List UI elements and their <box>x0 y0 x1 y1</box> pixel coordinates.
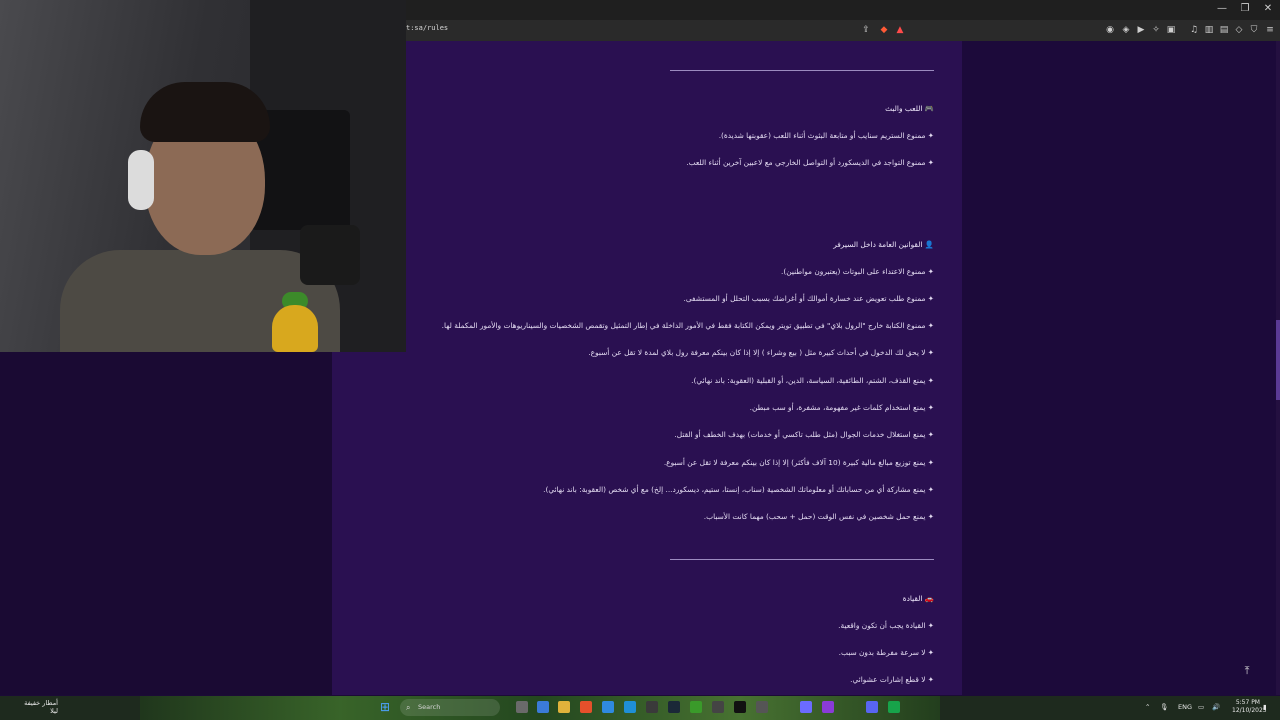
app-icon[interactable] <box>822 701 834 713</box>
section-title-general-rules: 👤 القوانين العامة داخل السيرفر <box>833 240 934 249</box>
browser-icon[interactable] <box>624 701 636 713</box>
volume-icon[interactable]: 🔊 <box>1212 701 1220 713</box>
close-window-button[interactable]: ✕ <box>1261 3 1275 14</box>
tabs-icon[interactable]: ▤ <box>1218 24 1230 36</box>
scroll-to-top-button[interactable]: ⤒ <box>1240 664 1254 678</box>
rule-item: ✦ يمنع مشاركة أي من حساباتك أو معلوماتك … <box>543 485 934 494</box>
notion-icon[interactable] <box>756 701 768 713</box>
rule-item: ✦ يمنع استخدام كلمات غير مفهومة، مشفرة، … <box>749 403 934 412</box>
clock-date: 12/10/2025 <box>1232 707 1267 714</box>
windows-taskbar: أمطار خفيفة ليلا ⊞ ⌕ Search ⌃ 🎙 ENG ▭ 🔊 … <box>0 696 1280 720</box>
rule-item: ✦ ممنوع التواجد في الديسكورد أو التواصل … <box>686 158 934 167</box>
app-icon[interactable] <box>888 701 900 713</box>
discord-icon[interactable] <box>866 701 878 713</box>
tray-chevron-icon[interactable]: ⌃ <box>1145 701 1150 713</box>
rule-item: ✦ ممنوع الاعتداء على البوتات (يعتبرون مو… <box>780 267 934 276</box>
app-icon[interactable] <box>646 701 658 713</box>
notifications-icon[interactable]: ▮ <box>1263 701 1267 713</box>
rule-item: ✦ يمنع توزيع مبالغ مالية كبيرة (10 آلاف … <box>663 458 934 467</box>
media-icon[interactable]: ♫ <box>1188 24 1200 36</box>
microphone-tray-icon[interactable]: 🎙 <box>1160 701 1168 713</box>
scrollbar-thumb[interactable] <box>1276 320 1280 400</box>
menu-icon[interactable]: ≡ <box>1264 24 1276 36</box>
file-explorer-icon[interactable] <box>558 701 570 713</box>
search-icon: ⌕ <box>406 703 411 712</box>
rule-item: ✦ ممنوع طلب تعويض عند خسارة أموالك أو أغ… <box>683 294 934 303</box>
rule-item: ✦ لا يحق لك الدخول في أحداث كبيرة مثل ( … <box>588 348 934 357</box>
extension-icon[interactable]: ✧ <box>1150 24 1162 36</box>
rule-item: ✦ القيادة يجب أن تكون واقعية. <box>838 621 934 630</box>
rule-item: ✦ لا سرعة مفرطة بدون سبب. <box>838 648 934 657</box>
extension-icon[interactable]: ▶ <box>1135 24 1147 36</box>
maximize-button[interactable]: ❐ <box>1238 3 1252 14</box>
rule-item: ✦ يمنع القذف، الشتم، الطائفية، السياسة، … <box>691 376 934 385</box>
taskbar-search[interactable]: ⌕ Search <box>400 699 500 716</box>
divider <box>670 559 934 560</box>
windows-start-icon[interactable]: ⊞ <box>380 701 392 713</box>
weather-condition: أمطار خفيفة <box>24 699 58 707</box>
obs-icon[interactable] <box>800 701 812 713</box>
weather-widget[interactable]: أمطار خفيفة ليلا <box>10 699 58 715</box>
rule-item: ✦ يمنع استغلال خدمات الجوال (مثل طلب تاك… <box>674 430 934 439</box>
xbox-icon[interactable] <box>690 701 702 713</box>
network-icon[interactable]: ▭ <box>1198 701 1204 713</box>
headset-icon <box>128 150 154 210</box>
edge-icon[interactable] <box>537 701 549 713</box>
minimize-button[interactable]: — <box>1215 3 1229 14</box>
extension-icon[interactable]: ▣ <box>1165 24 1177 36</box>
steam-icon[interactable] <box>668 701 680 713</box>
search-placeholder: Search <box>418 703 441 711</box>
rule-item: ✦ ممنوع الستريم سنايب أو متابعة البثوث أ… <box>718 131 934 140</box>
rule-item: ✦ لا قطع إشارات عشوائي. <box>850 675 934 684</box>
vpn-icon[interactable]: ⛉ <box>1248 24 1260 36</box>
divider <box>670 70 934 71</box>
language-indicator[interactable]: ENG <box>1178 701 1192 713</box>
brave-rewards-icon[interactable]: ▲ <box>894 24 906 36</box>
sidebar-icon[interactable]: ▥ <box>1203 24 1215 36</box>
right-margin <box>962 41 1276 695</box>
brave-icon[interactable] <box>580 701 592 713</box>
wallet-icon[interactable]: ◇ <box>1233 24 1245 36</box>
weather-period: ليلا <box>50 707 58 715</box>
extension-icon[interactable]: ◈ <box>1120 24 1132 36</box>
address-bar[interactable]: t:sa/rules <box>406 24 448 32</box>
section-title-gameplay: 🎮 اللعب والبث <box>885 104 934 113</box>
rule-item: ✦ يمنع حمل شخصين في نفس الوقت (حمل + سحب… <box>703 512 934 521</box>
webcam-overlay <box>0 0 406 352</box>
app-icon[interactable] <box>712 701 724 713</box>
streamer-hair <box>140 82 270 142</box>
task-view-icon[interactable] <box>516 701 528 713</box>
system-clock[interactable]: 5:57 PM 12/10/2025 <box>1232 699 1267 715</box>
brave-shield-icon[interactable]: ◆ <box>878 24 890 36</box>
store-icon[interactable] <box>602 701 614 713</box>
clock-time: 5:57 PM <box>1235 699 1260 706</box>
pineapple-toy <box>272 305 318 352</box>
rule-item: ✦ ممنوع الكتابة خارج "الرول بلاي" في تطب… <box>441 321 934 330</box>
section-title-driving: 🚗 القيادة <box>902 594 934 603</box>
microphone-icon <box>300 225 360 285</box>
share-icon[interactable]: ⇪ <box>860 24 872 36</box>
tiktok-icon[interactable] <box>734 701 746 713</box>
extension-icon[interactable]: ◉ <box>1104 24 1116 36</box>
